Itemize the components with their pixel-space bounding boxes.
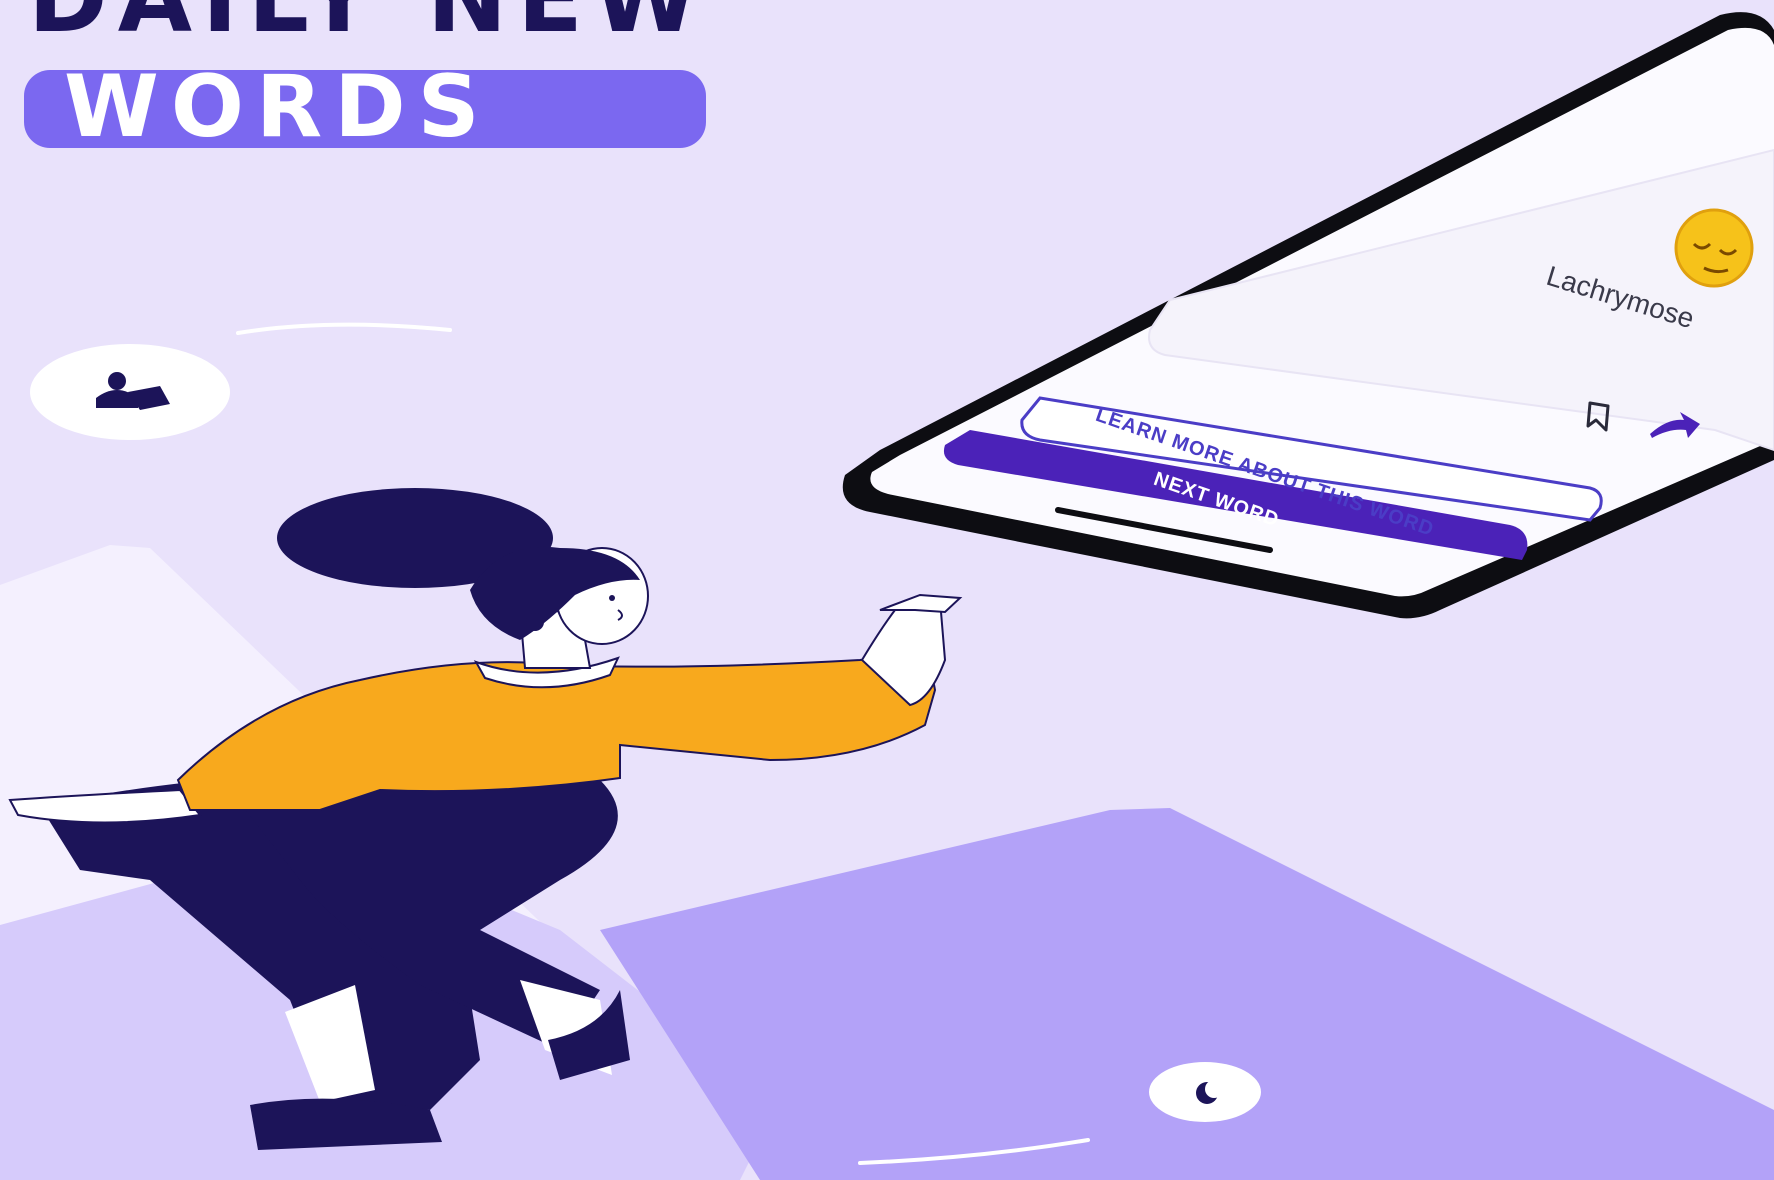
illustration-scene	[0, 322, 1774, 1180]
moon-badge	[1149, 1062, 1261, 1122]
background-floor	[600, 808, 1774, 1180]
reader-badge	[30, 344, 230, 440]
decor-line-upper	[236, 322, 452, 335]
